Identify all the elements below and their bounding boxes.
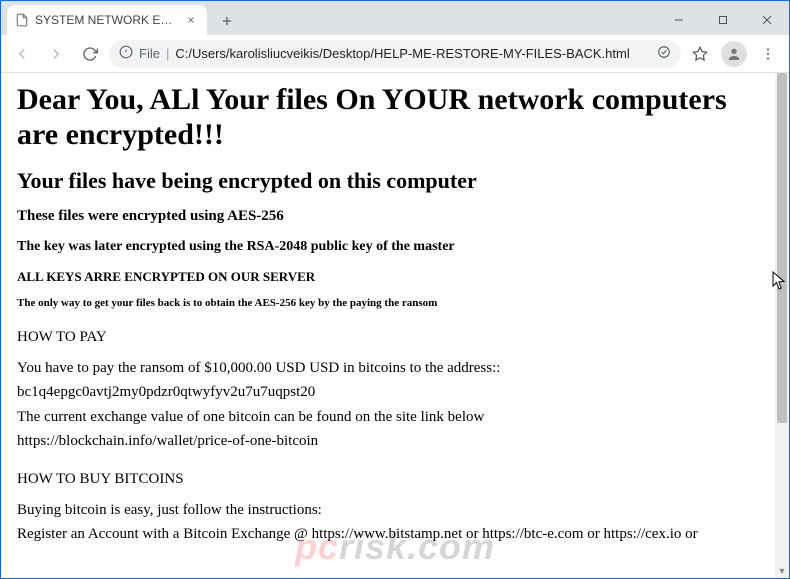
tab-title: SYSTEM NETWORK ENCRYPTED xyxy=(35,13,177,27)
page-h4: The key was later encrypted using the RS… xyxy=(17,239,773,255)
page-h6: The only way to get your files back is t… xyxy=(17,297,773,309)
bitcoin-address: bc1q4epgc0avtj2my0pdzr0qtwyfyv2u7u7uqpst… xyxy=(17,382,773,402)
scrollbar-thumb[interactable] xyxy=(777,73,787,423)
file-scheme-icon xyxy=(119,45,133,62)
page-h1: Dear You, ALl Your files On YOUR network… xyxy=(17,83,773,152)
page-h5: ALL KEYS ARRE ENCRYPTED ON OUR SERVER xyxy=(17,269,773,285)
pay-line-1: You have to pay the ransom of $10,000.00… xyxy=(17,358,773,378)
file-icon xyxy=(15,13,29,27)
page-h3: These files were encrypted using AES-256 xyxy=(17,208,773,225)
address-bar[interactable]: File | C:/Users/karolisliucveikis/Deskto… xyxy=(109,40,681,68)
reload-button[interactable] xyxy=(75,39,105,69)
how-to-buy-heading: HOW TO BUY BITCOINS xyxy=(17,471,773,488)
url-scheme-label: File xyxy=(139,46,160,61)
tab-close-button[interactable] xyxy=(183,12,199,28)
page-h2: Your files have being encrypted on this … xyxy=(17,168,773,194)
window-controls xyxy=(657,5,789,35)
buy-line-2: Register an Account with a Bitcoin Excha… xyxy=(17,524,773,544)
content-viewport: Dear You, ALl Your files On YOUR network… xyxy=(1,73,789,578)
profile-avatar[interactable] xyxy=(721,41,747,67)
tab-strip: SYSTEM NETWORK ENCRYPTED xyxy=(1,1,789,35)
new-tab-button[interactable] xyxy=(213,7,241,35)
close-window-button[interactable] xyxy=(745,5,789,35)
browser-window: SYSTEM NETWORK ENCRYPTED xyxy=(0,0,790,579)
page-body: Dear You, ALl Your files On YOUR network… xyxy=(1,73,789,578)
vertical-scrollbar[interactable]: ▲ ▼ xyxy=(775,73,789,578)
share-icon[interactable] xyxy=(657,45,671,62)
forward-button[interactable] xyxy=(41,39,71,69)
menu-button[interactable] xyxy=(753,39,783,69)
how-to-pay-heading: HOW TO PAY xyxy=(17,329,773,346)
browser-toolbar: File | C:/Users/karolisliucveikis/Deskto… xyxy=(1,35,789,73)
url-path: C:/Users/karolisliucveikis/Desktop/HELP-… xyxy=(175,46,651,61)
bookmark-button[interactable] xyxy=(685,39,715,69)
minimize-button[interactable] xyxy=(657,5,701,35)
maximize-button[interactable] xyxy=(701,5,745,35)
exchange-link: https://blockchain.info/wallet/price-of-… xyxy=(17,431,773,451)
back-button[interactable] xyxy=(7,39,37,69)
browser-tab[interactable]: SYSTEM NETWORK ENCRYPTED xyxy=(7,5,207,35)
pay-line-2: The current exchange value of one bitcoi… xyxy=(17,407,773,427)
scroll-down-arrow-icon[interactable]: ▼ xyxy=(775,564,789,578)
buy-line-1: Buying bitcoin is easy, just follow the … xyxy=(17,500,773,520)
